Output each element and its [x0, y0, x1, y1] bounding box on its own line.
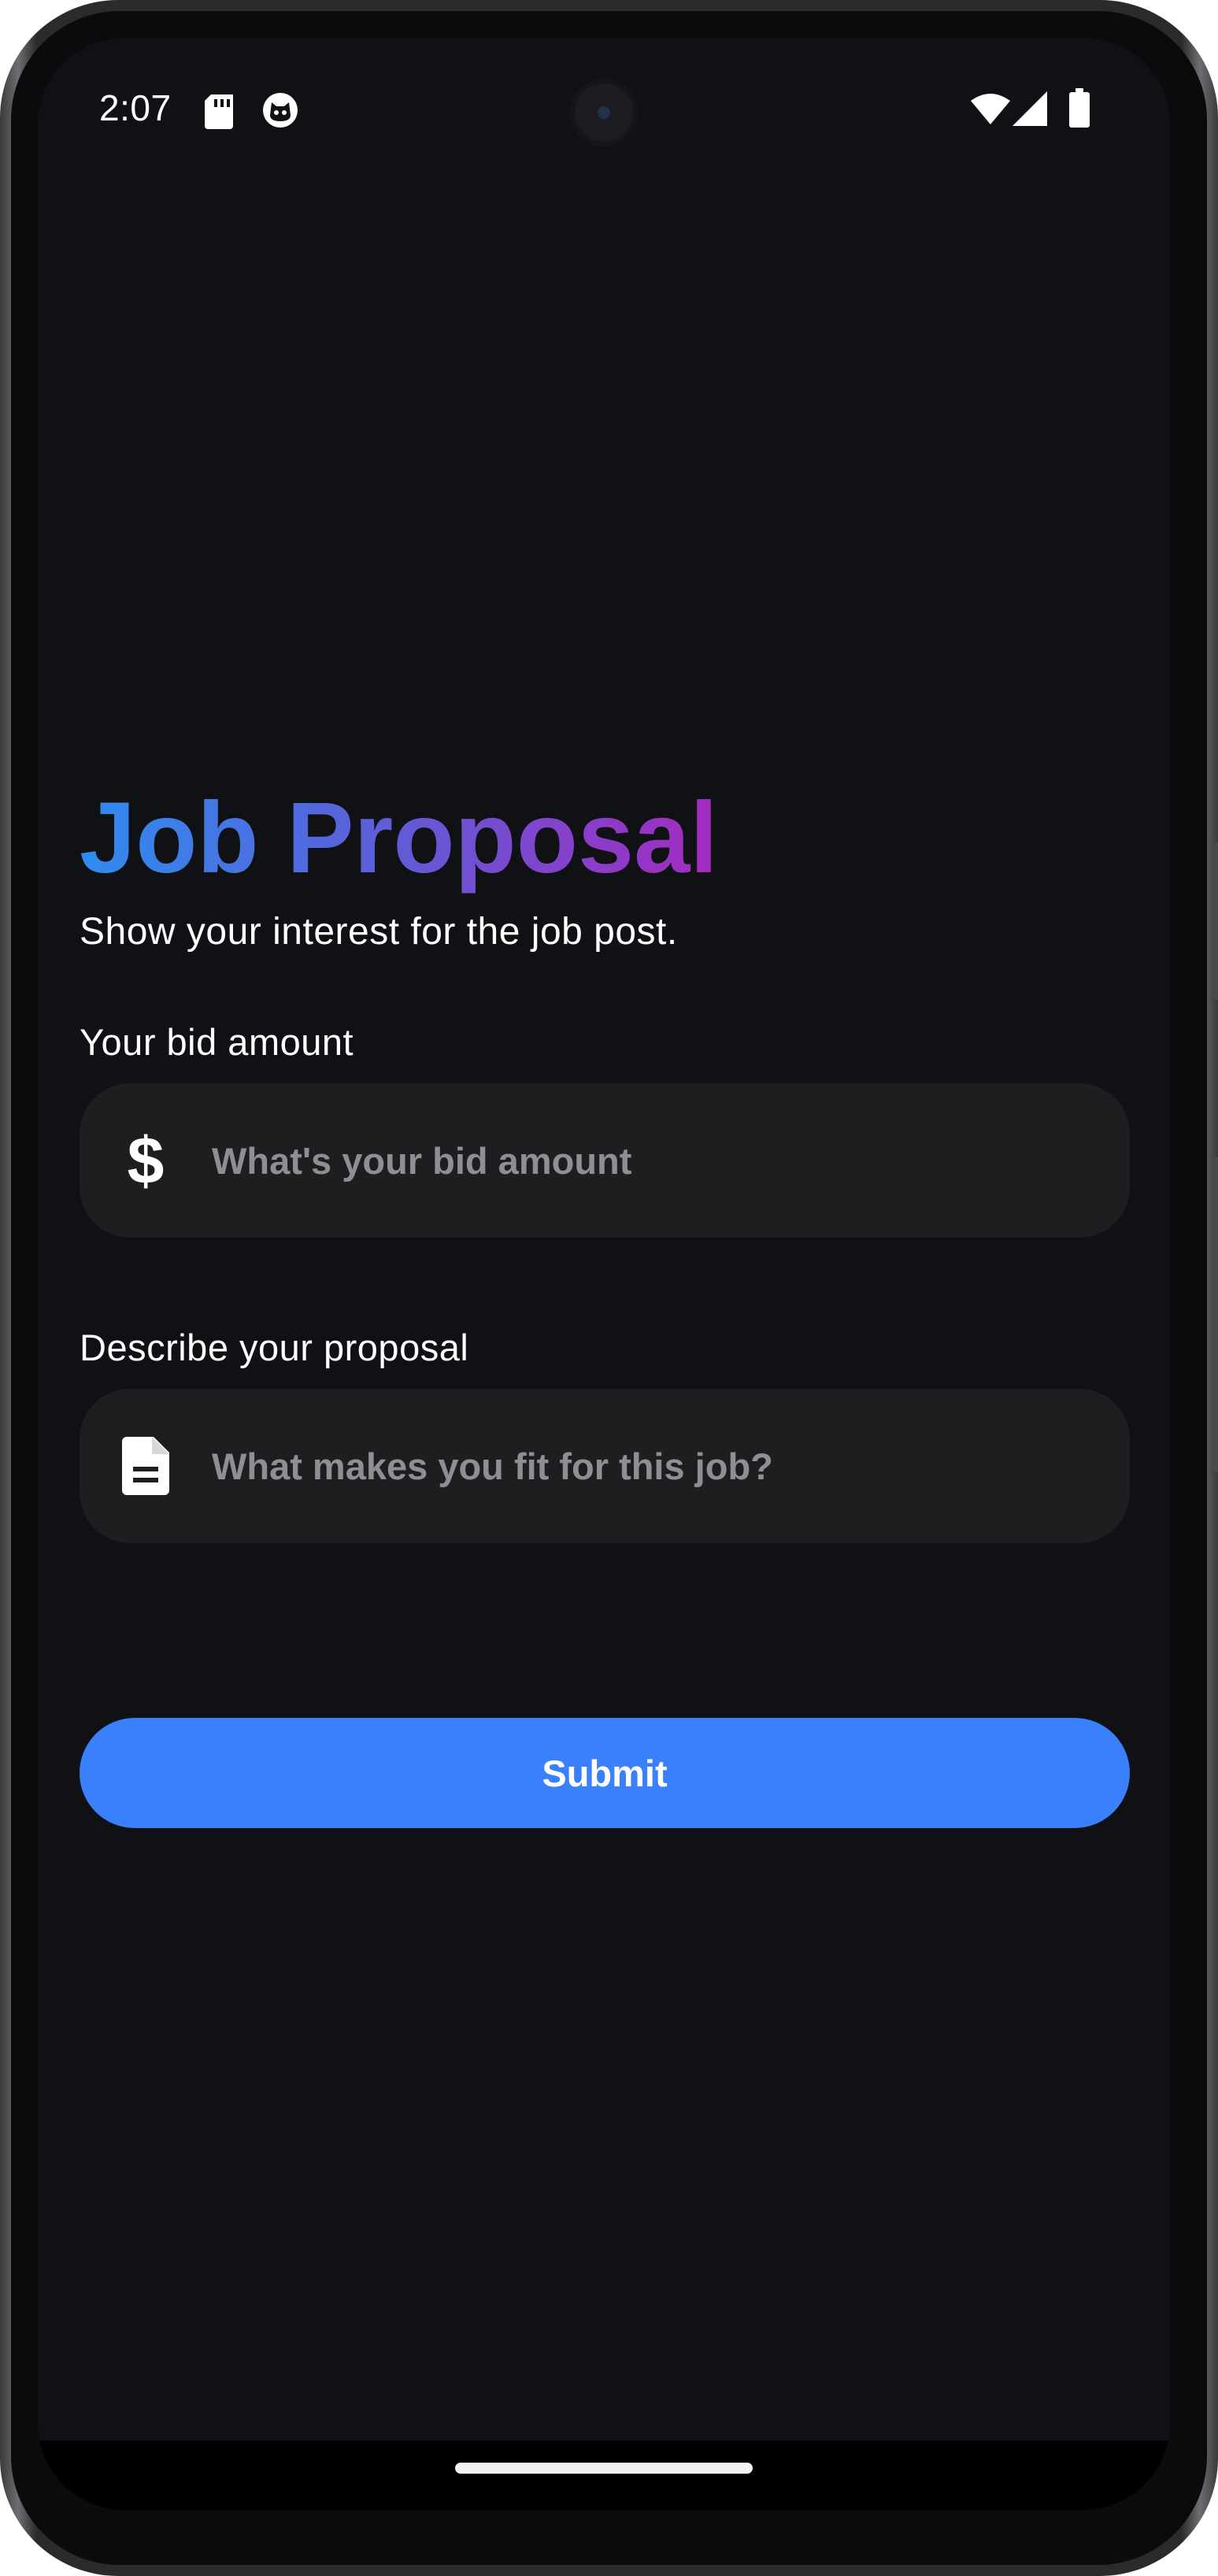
power-button — [1213, 842, 1218, 1000]
device-frame: 2:07 Job Proposal Show your interest for… — [0, 0, 1218, 2576]
page-subtitle: Show your interest for the job post. — [80, 911, 678, 953]
volume-button — [1213, 1157, 1218, 1472]
battery-icon — [1069, 88, 1090, 131]
document-icon — [80, 1437, 212, 1495]
cell-signal-icon — [1013, 91, 1047, 130]
proposal-field[interactable] — [80, 1389, 1130, 1543]
sd-card-icon — [205, 94, 233, 133]
bid-amount-field[interactable]: $ — [80, 1083, 1130, 1238]
submit-button[interactable]: Submit — [80, 1718, 1130, 1828]
dollar-icon: $ — [127, 1123, 165, 1197]
proposal-input[interactable] — [212, 1389, 1130, 1543]
bid-amount-input[interactable] — [212, 1083, 1130, 1238]
status-bar: 2:07 — [38, 38, 1170, 180]
front-camera — [570, 79, 638, 146]
cat-notification-icon — [261, 91, 299, 133]
navigation-bar — [38, 2441, 1170, 2510]
proposal-label: Describe your proposal — [80, 1327, 469, 1368]
home-gesture-handle[interactable] — [455, 2463, 753, 2474]
bid-amount-label: Your bid amount — [80, 1021, 354, 1063]
screen: 2:07 Job Proposal Show your interest for… — [38, 38, 1170, 2510]
wifi-icon — [971, 93, 1010, 128]
status-time: 2:07 — [99, 87, 172, 128]
page-title: Job Proposal — [80, 778, 718, 899]
